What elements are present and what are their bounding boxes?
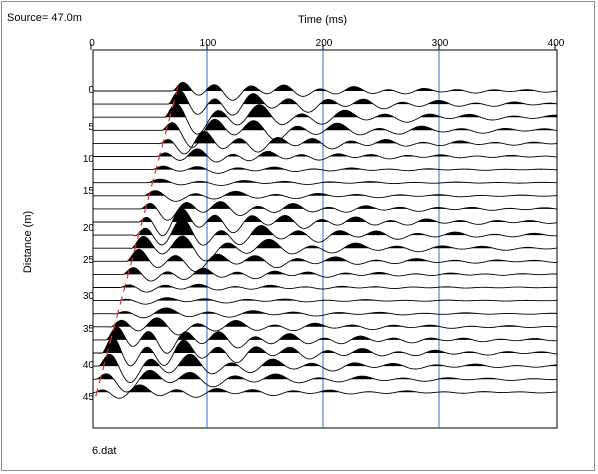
seismic-trace [93,248,558,273]
trace-fill [93,119,557,131]
seismic-trace [93,326,558,354]
trace-fill [93,354,557,367]
seismic-trace [93,283,558,293]
plot-frame [92,49,558,429]
trace-fill [93,103,557,118]
trace-fill [93,384,557,393]
seismic-trace [93,369,558,393]
trace-fill [93,166,557,170]
seismic-trace [93,81,558,101]
trace-fill [93,90,557,105]
trace-fill [93,131,557,144]
seismic-trace [93,190,558,202]
trace-fill [93,190,557,196]
seismogram-plot [90,44,558,429]
trace-fill [93,148,557,157]
seismic-trace [93,297,558,305]
seismic-trace [93,208,558,237]
seismic-trace [93,201,558,221]
